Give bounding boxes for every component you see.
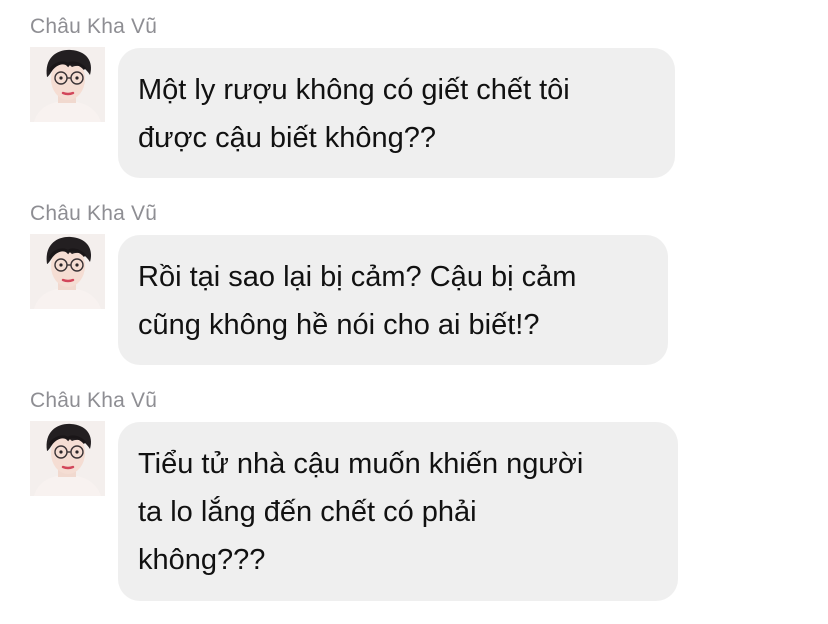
avatar[interactable] [30, 421, 105, 496]
sender-name: Châu Kha Vũ [30, 389, 158, 412]
message-bubble[interactable]: Tiểu tử nhà cậu muốn khiến người ta lo l… [118, 422, 678, 601]
sender-name: Châu Kha Vũ [30, 15, 158, 38]
avatar[interactable] [30, 234, 105, 309]
user-avatar-photo-icon [30, 47, 105, 122]
user-avatar-photo-icon [30, 421, 105, 496]
user-avatar-photo-icon [30, 234, 105, 309]
message-bubble[interactable]: Rồi tại sao lại bị cảm? Cậu bị cảm cũng … [118, 235, 668, 365]
avatar[interactable] [30, 47, 105, 122]
sender-name: Châu Kha Vũ [30, 202, 158, 225]
message-bubble[interactable]: Một ly rượu không có giết chết tôi được … [118, 48, 675, 178]
